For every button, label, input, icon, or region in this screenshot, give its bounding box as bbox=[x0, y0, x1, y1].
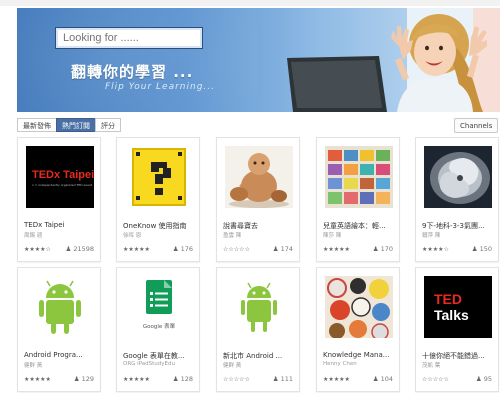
tab-rating[interactable]: 評分 bbox=[95, 118, 121, 132]
tedx-tagline: x = independently organized TED event bbox=[32, 183, 93, 187]
subscriber-count: ♟ 128 bbox=[172, 375, 193, 383]
card-title: TEDx Taipei bbox=[24, 221, 65, 229]
card-author: 周錫 週 bbox=[24, 233, 43, 239]
course-card[interactable]: 新北市 Android ... 健群 黃 ☆☆☆☆☆ ♟ 111 bbox=[216, 267, 300, 392]
course-card[interactable]: 兒童英語繪本：輕... 陳莎 陳 ★★★★★ ♟ 170 bbox=[316, 137, 400, 262]
card-title: 說書尋寶去 bbox=[223, 222, 258, 230]
card-author: 健群 黃 bbox=[223, 363, 242, 369]
subscriber-count: ♟ 129 bbox=[73, 375, 94, 383]
course-card[interactable]: Android Progra... 健群 黃 ★★★★★ ♟ 129 bbox=[17, 267, 101, 392]
course-card[interactable]: 說書尋寶去 盈雲 陳 ☆☆☆☆☆ ♟ 174 bbox=[216, 137, 300, 262]
card-title: Android Progra... bbox=[24, 351, 83, 359]
course-card[interactable]: 9下-地科-3-3氣團... 鐵萍 陳 ★★★★☆ ♟ 150 bbox=[415, 137, 499, 262]
talks-logo-text: Talks bbox=[434, 307, 469, 323]
star-rating: ☆☆☆☆☆ bbox=[223, 376, 250, 383]
star-rating: ☆☆☆☆☆ bbox=[422, 376, 449, 383]
search-input[interactable] bbox=[55, 27, 203, 49]
tedx-logo-text: TEDx Taipei bbox=[32, 169, 94, 181]
user-icon: ♟ bbox=[272, 245, 279, 253]
user-icon: ♟ bbox=[172, 375, 179, 383]
course-card[interactable]: OneKnow 使用指南 徐晖 恩 ★★★★★ ♟ 176 bbox=[116, 137, 200, 262]
user-icon: ♟ bbox=[272, 375, 279, 383]
tab-popular[interactable]: 熱門訂閱 bbox=[56, 118, 96, 132]
card-title: OneKnow 使用指南 bbox=[123, 222, 187, 230]
subscriber-count: ♟ 174 bbox=[272, 245, 293, 253]
ted-talks-logo: TED Talks bbox=[424, 276, 492, 338]
android-robot-icon bbox=[26, 276, 94, 338]
user-icon: ♟ bbox=[372, 245, 379, 253]
subscriber-count: ♟ 21598 bbox=[65, 245, 94, 253]
course-card[interactable]: TEDx Taipei x = independently organized … bbox=[17, 137, 101, 262]
subscriber-count: ♟ 95 bbox=[475, 375, 492, 383]
android-robot-icon bbox=[225, 276, 293, 338]
sort-tabs: 最新發佈 熱門訂閱 評分 bbox=[17, 118, 121, 132]
typhoon-satellite-image bbox=[424, 146, 492, 208]
card-title: 新北市 Android ... bbox=[223, 352, 283, 360]
subscriber-count: ♟ 150 bbox=[471, 245, 492, 253]
card-author: 盈雲 陳 bbox=[223, 233, 242, 239]
hero-glow bbox=[17, 8, 257, 112]
user-icon: ♟ bbox=[172, 245, 179, 253]
ted-logo-text: TED bbox=[434, 291, 462, 307]
card-title: 9下-地科-3-3氣團... bbox=[422, 222, 485, 230]
user-icon: ♟ bbox=[73, 375, 80, 383]
user-icon: ♟ bbox=[372, 375, 379, 383]
star-rating: ★★★★★ bbox=[323, 376, 350, 383]
star-rating: ★★★★☆ bbox=[24, 246, 51, 253]
card-title: Knowledge Mana... bbox=[323, 351, 390, 359]
hero-subtitle: Flip Your Learning... bbox=[105, 82, 216, 92]
badges-collage-image bbox=[325, 276, 393, 338]
google-forms-label: Google 表單 bbox=[142, 324, 176, 330]
card-title: 兒童英語繪本：輕... bbox=[323, 222, 386, 230]
tab-latest[interactable]: 最新發佈 bbox=[17, 118, 57, 132]
star-rating: ★★★★★ bbox=[24, 376, 51, 383]
hero-banner: 翻轉你的學習 ... Flip Your Learning... bbox=[17, 8, 500, 112]
hero-title: 翻轉你的學習 ... bbox=[71, 63, 194, 81]
clay-figures-image bbox=[225, 146, 293, 208]
google-forms-icon: Google 表單 bbox=[125, 276, 193, 338]
user-icon: ♟ bbox=[65, 245, 72, 253]
card-author: 徐晖 恩 bbox=[123, 233, 142, 239]
user-icon: ♟ bbox=[471, 245, 478, 253]
card-title: Google 表單在教... bbox=[123, 352, 185, 360]
subscriber-count: ♟ 170 bbox=[372, 245, 393, 253]
star-rating: ★★★★★ bbox=[123, 246, 150, 253]
star-rating: ★★★★★ bbox=[323, 246, 350, 253]
child-with-laptop-image bbox=[287, 8, 500, 112]
subscriber-count: ♟ 176 bbox=[172, 245, 193, 253]
tedx-taipei-logo: TEDx Taipei x = independently organized … bbox=[26, 146, 94, 208]
subscriber-count: ♟ 104 bbox=[372, 375, 393, 383]
card-author: 陳莎 陳 bbox=[323, 233, 342, 239]
channels-button[interactable]: Channels bbox=[454, 118, 499, 133]
picture-books-image bbox=[325, 146, 393, 208]
top-bar bbox=[0, 0, 500, 6]
star-rating: ★★★★★ bbox=[123, 376, 150, 383]
user-icon: ♟ bbox=[475, 375, 482, 383]
star-rating: ★★★★☆ bbox=[422, 246, 449, 253]
card-author: 鐵萍 陳 bbox=[422, 233, 441, 239]
card-author: 健群 黃 bbox=[24, 363, 43, 369]
course-card[interactable]: TED Talks 十億你絕不能錯過... 茂凱 葉 ☆☆☆☆☆ ♟ 95 bbox=[415, 267, 499, 392]
card-author: 茂凱 葉 bbox=[422, 363, 441, 369]
star-rating: ☆☆☆☆☆ bbox=[223, 246, 250, 253]
question-block-icon bbox=[125, 146, 193, 208]
card-author: ORG iPadStudyEdu bbox=[123, 361, 175, 367]
course-card[interactable]: Google 表單 Google 表單在教... ORG iPadStudyEd… bbox=[116, 267, 200, 392]
card-title: 十億你絕不能錯過... bbox=[422, 352, 485, 360]
card-author: Henny Chen bbox=[323, 361, 357, 367]
subscriber-count: ♟ 111 bbox=[272, 375, 293, 383]
course-card[interactable]: Knowledge Mana... Henny Chen ★★★★★ ♟ 104 bbox=[316, 267, 400, 392]
